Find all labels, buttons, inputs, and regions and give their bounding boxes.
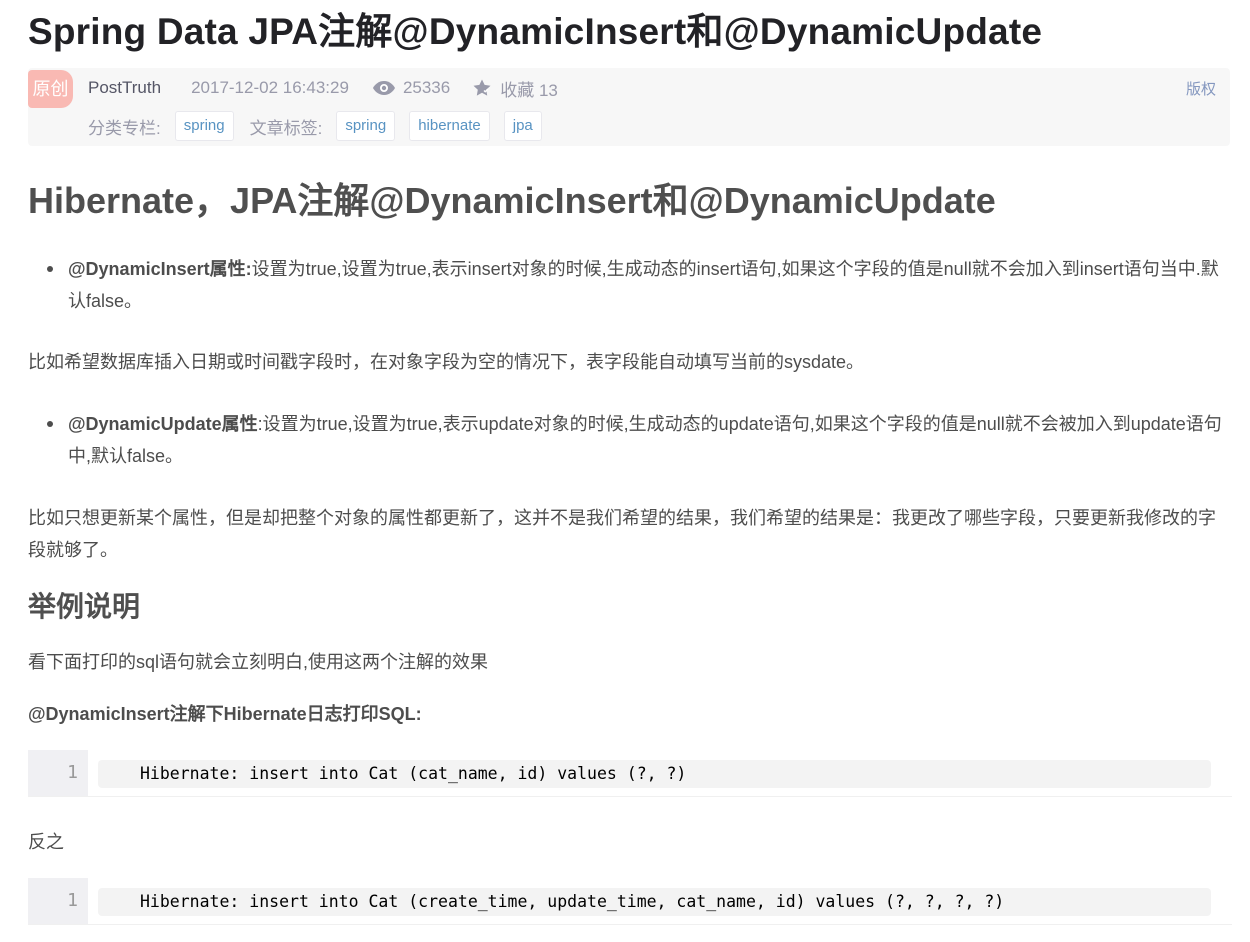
bullet-dot	[47, 266, 53, 272]
original-badge: 原创	[28, 70, 73, 108]
bullet-dot	[47, 421, 53, 427]
list-item-dynamic-update: @DynamicUpdate属性:设置为true,设置为true,表示updat…	[28, 408, 1233, 472]
author-link[interactable]: PostTruth	[88, 78, 161, 98]
category-tag-spring[interactable]: spring	[174, 111, 234, 141]
paragraph-intro: 看下面打印的sql语句就会立刻明白,使用这两个注解的效果	[28, 652, 489, 672]
article-page: Spring Data JPA注解@DynamicInsert和@Dynamic…	[0, 0, 1250, 942]
publish-date: 2017-12-02 16:43:29	[191, 78, 349, 97]
paragraph-insert-example: 比如希望数据库插入日期或时间戳字段时，在对象字段为空的情况下，表字段能自动填写当…	[28, 352, 865, 372]
view-count-value: 25336	[402, 78, 451, 97]
copyright-link[interactable]: 版权	[1186, 78, 1216, 99]
article-title: Spring Data JPA注解@DynamicInsert和@Dynamic…	[28, 11, 1043, 52]
favorite-button[interactable]: 收藏 13	[472, 76, 558, 101]
article-meta-box: 原创 PostTruth 2017-12-02 16:43:29 25336 收…	[28, 68, 1230, 146]
star-icon	[473, 79, 491, 96]
list-item-text: @DynamicUpdate属性:设置为true,设置为true,表示updat…	[68, 408, 1233, 472]
meta-info-row: PostTruth 2017-12-02 16:43:29 25336 收藏 1…	[88, 76, 558, 100]
tag-spring[interactable]: spring	[336, 111, 396, 141]
code-block-2[interactable]: 1 Hibernate: insert into Cat (create_tim…	[28, 878, 1232, 925]
view-count: 25336	[372, 78, 451, 98]
line-number: 1	[28, 750, 88, 796]
list-item-text: @DynamicInsert属性:设置为true,设置为true,表示inser…	[68, 253, 1233, 317]
tag-jpa[interactable]: jpa	[503, 111, 542, 141]
tag-hibernate[interactable]: hibernate	[409, 111, 490, 141]
paragraph-update-example: 比如只想更新某个属性，但是却把整个对象的属性都更新了，这并不是我们希望的结果，我…	[28, 508, 1216, 560]
code-line: Hibernate: insert into Cat (create_time,…	[98, 888, 1211, 916]
list-item-dynamic-insert: @DynamicInsert属性:设置为true,设置为true,表示inser…	[28, 253, 1233, 317]
tags-label: 文章标签:	[249, 118, 323, 138]
bullet-bold-label: @DynamicUpdate属性	[68, 414, 258, 434]
paragraph-insert-log-heading: @DynamicInsert注解下Hibernate日志打印SQL:	[28, 704, 422, 724]
line-number: 1	[28, 878, 88, 924]
code-block-1[interactable]: 1 Hibernate: insert into Cat (cat_name, …	[28, 750, 1232, 797]
favorite-label: 收藏 13	[500, 80, 558, 100]
section-heading-main: Hibernate，JPA注解@DynamicInsert和@DynamicUp…	[28, 180, 996, 221]
category-label: 分类专栏:	[88, 118, 161, 138]
section-heading-example: 举例说明	[28, 591, 141, 622]
paragraph-conversely: 反之	[28, 832, 64, 852]
bullet-bold-label: @DynamicInsert属性:	[68, 259, 252, 279]
tags-row: 分类专栏: spring 文章标签: spring hibernate jpa	[88, 110, 542, 142]
eye-icon	[372, 81, 395, 95]
code-line: Hibernate: insert into Cat (cat_name, id…	[98, 760, 1211, 788]
